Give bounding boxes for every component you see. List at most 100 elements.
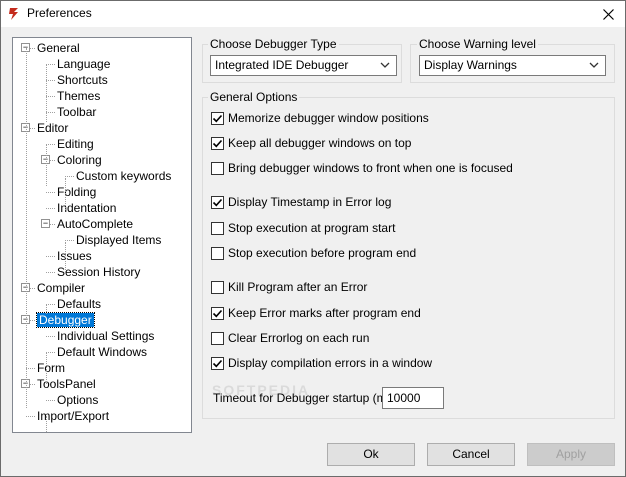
checkmark-icon [212, 309, 223, 317]
tree-item-general[interactable]: General [37, 40, 80, 56]
tree-item-coloring[interactable]: Coloring [57, 152, 102, 168]
tree-item-label: Folding [57, 185, 97, 199]
option-label: Stop execution at program start [228, 221, 396, 235]
tree-item-issues[interactable]: Issues [57, 248, 92, 264]
tree-item-label: Issues [57, 249, 92, 263]
tree-connector [26, 48, 27, 408]
preferences-window: Preferences General − Language Shortcuts The… [0, 0, 626, 477]
option-checkbox-row[interactable]: Stop execution at program start [211, 220, 395, 236]
checkbox-unchecked[interactable] [211, 280, 224, 294]
tree-item-debugger[interactable]: Debugger [36, 312, 95, 328]
checkmark-icon [212, 359, 223, 367]
checkbox-unchecked[interactable] [211, 221, 224, 235]
option-checkbox-row[interactable]: Kill Program after an Error [211, 279, 367, 295]
preferences-tree[interactable]: General − Language Shortcuts Themes Toolbar Ed… [12, 37, 192, 433]
tree-item-import-export[interactable]: Import/Export [37, 408, 109, 424]
collapse-icon[interactable]: − [41, 219, 50, 228]
checkbox-unchecked[interactable] [211, 161, 224, 175]
tree-connector [65, 240, 74, 241]
tree-connector [46, 416, 47, 432]
title-bar[interactable]: Preferences [1, 1, 625, 27]
debugger-type-label: Choose Debugger Type [208, 37, 339, 51]
checkbox-checked[interactable] [211, 306, 224, 320]
checkbox-checked[interactable] [211, 356, 224, 370]
ok-button[interactable]: Ok [327, 443, 415, 466]
option-checkbox-row[interactable]: Display Timestamp in Error log [211, 194, 391, 210]
checkbox-unchecked[interactable] [211, 331, 224, 345]
tree-item-autocomplete[interactable]: AutoComplete [57, 216, 133, 232]
tree-item-toolbar[interactable]: Toolbar [57, 104, 96, 120]
tree-item-label: Defaults [57, 297, 102, 311]
tree-item-label: Displayed Items [76, 233, 162, 247]
tree-item-default-windows[interactable]: Default Windows [57, 344, 147, 360]
tree-connector [26, 416, 35, 417]
tree-item-themes[interactable]: Themes [57, 88, 100, 104]
tree-connector [46, 192, 55, 193]
option-checkbox-row[interactable]: Clear Errorlog on each run [211, 330, 369, 346]
option-label: Stop execution before program end [228, 246, 417, 260]
option-checkbox-row[interactable]: Stop execution before program end [211, 245, 416, 261]
tree-item-session-history[interactable]: Session History [57, 264, 140, 280]
option-label: Keep Error marks after program end [228, 306, 421, 320]
option-checkbox-row[interactable]: Keep Error marks after program end [211, 305, 421, 321]
warning-level-value: Display Warnings [424, 58, 517, 72]
tree-item-label: Compiler [37, 281, 86, 295]
tree-item-custom-keywords[interactable]: Custom keywords [76, 168, 171, 184]
tree-item-editing[interactable]: Editing [57, 136, 94, 152]
option-checkbox-row[interactable]: Keep all debugger windows on top [211, 135, 411, 151]
tree-connector [46, 144, 55, 145]
tree-item-label: General [37, 41, 80, 55]
tree-connector [65, 178, 66, 210]
tree-item-editor[interactable]: Editor [37, 120, 68, 136]
warning-level-select[interactable]: Display Warnings [419, 55, 606, 76]
option-checkbox-row[interactable]: Display compilation errors in a window [211, 355, 432, 371]
timeout-label: Timeout for Debugger startup (ms): [213, 391, 400, 405]
tree-item-options[interactable]: Options [57, 392, 98, 408]
close-button[interactable] [591, 1, 625, 27]
tree-connector [46, 304, 55, 305]
tree-connector [46, 272, 55, 273]
checkbox-unchecked[interactable] [211, 246, 224, 260]
timeout-input[interactable]: 10000 [382, 387, 444, 409]
tree-item-displayed-items[interactable]: Displayed Items [76, 232, 161, 248]
tree-connector [46, 64, 47, 122]
debugger-type-select[interactable]: Integrated IDE Debugger [210, 55, 397, 76]
tree-item-label: Shortcuts [57, 73, 108, 87]
option-checkbox-row[interactable]: Bring debugger windows to front when one… [211, 160, 513, 176]
checkmark-icon [212, 198, 223, 206]
tree-item-label: Coloring [57, 153, 102, 167]
tree-item-label: Themes [57, 89, 101, 103]
tree-item-label: Toolbar [57, 105, 97, 119]
tree-item-language[interactable]: Language [57, 56, 110, 72]
chevron-down-icon [380, 62, 390, 68]
option-label: Bring debugger windows to front when one… [228, 161, 513, 175]
option-label: Keep all debugger windows on top [228, 136, 412, 150]
close-icon [602, 8, 614, 20]
general-options-label: General Options [208, 90, 300, 104]
checkbox-checked[interactable] [211, 111, 224, 125]
option-label: Display Timestamp in Error log [228, 195, 392, 209]
tree-connector [46, 304, 47, 314]
tree-item-shortcuts[interactable]: Shortcuts [57, 72, 108, 88]
tree-item-form[interactable]: Form [37, 360, 65, 376]
tree-connector [46, 96, 55, 97]
tree-item-defaults[interactable]: Defaults [57, 296, 101, 312]
apply-button[interactable]: Apply [527, 443, 615, 466]
option-label: Display compilation errors in a window [228, 356, 433, 370]
tree-item-folding[interactable]: Folding [57, 184, 96, 200]
tree-connector [26, 368, 35, 369]
option-label: Clear Errorlog on each run [228, 331, 370, 345]
tree-item-individual-settings[interactable]: Individual Settings [57, 328, 154, 344]
checkbox-checked[interactable] [211, 195, 224, 209]
option-checkbox-row[interactable]: Memorize debugger window positions [211, 110, 429, 126]
tree-connector [46, 352, 55, 353]
tree-connector [46, 336, 55, 337]
tree-connector [46, 112, 55, 113]
checkmark-icon [212, 139, 223, 147]
checkbox-checked[interactable] [211, 136, 224, 150]
tree-item-compiler[interactable]: Compiler [37, 280, 85, 296]
cancel-button[interactable]: Cancel [427, 443, 515, 466]
tree-item-label: Debugger [36, 312, 95, 328]
tree-connector [46, 400, 55, 401]
tree-item-label: Editor [37, 121, 69, 135]
